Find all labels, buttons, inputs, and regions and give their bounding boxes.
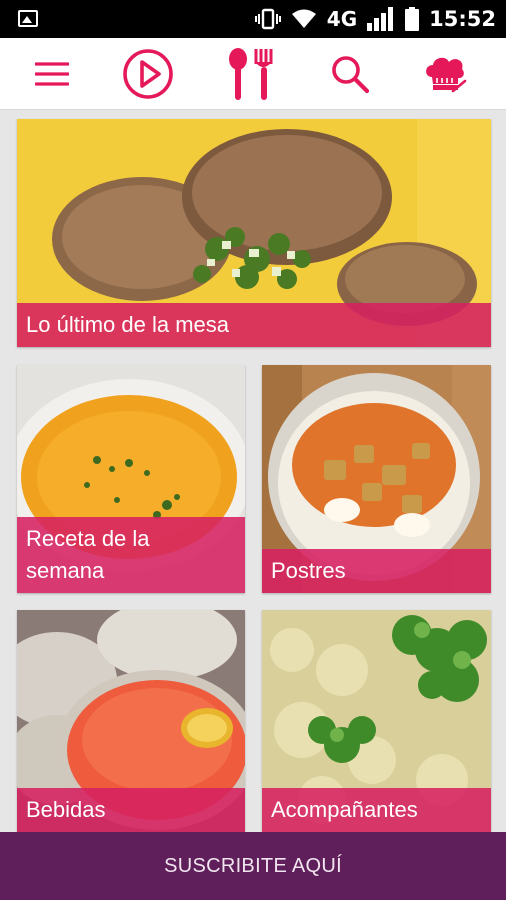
video-button[interactable] bbox=[120, 48, 176, 100]
search-icon bbox=[332, 56, 370, 94]
network-type: 4G bbox=[326, 7, 358, 31]
play-icon bbox=[123, 49, 173, 99]
menu-icon bbox=[35, 62, 69, 86]
chef-hat-icon bbox=[426, 57, 467, 93]
battery-icon bbox=[405, 7, 420, 31]
drinks-card[interactable]: Bebidas bbox=[17, 610, 245, 832]
recipe-of-week-card[interactable]: Receta de la semana bbox=[17, 365, 245, 593]
recipe-card-label: Receta de la semana bbox=[17, 517, 245, 593]
desserts-card[interactable]: Postres bbox=[262, 365, 491, 593]
status-time: 15:52 bbox=[429, 7, 496, 31]
subscribe-button[interactable]: SUSCRIBITE AQUÍ bbox=[0, 832, 506, 900]
recipes-button[interactable] bbox=[226, 48, 276, 100]
search-button[interactable] bbox=[328, 48, 372, 100]
recipe-card-label-line1: Receta de la bbox=[26, 526, 150, 551]
status-bar: 4G 15:52 bbox=[0, 0, 506, 38]
utensils-icon bbox=[229, 48, 273, 100]
gallery-icon bbox=[18, 10, 38, 27]
menu-button[interactable] bbox=[30, 48, 74, 100]
latest-card-label: Lo último de la mesa bbox=[17, 303, 491, 347]
latest-card[interactable]: Lo último de la mesa bbox=[17, 119, 491, 347]
content-grid: Lo último de la mesa Receta de la semana bbox=[0, 110, 506, 832]
sides-card-label: Acompañantes bbox=[262, 788, 491, 832]
wifi-icon bbox=[291, 9, 316, 28]
vibrate-icon bbox=[254, 8, 281, 30]
desserts-card-label: Postres bbox=[262, 549, 491, 593]
app-toolbar bbox=[0, 38, 506, 110]
drinks-card-label: Bebidas bbox=[17, 788, 245, 832]
recipe-card-label-line2: semana bbox=[26, 558, 105, 583]
chef-button[interactable] bbox=[420, 48, 470, 100]
signal-icon bbox=[367, 7, 394, 31]
sides-card[interactable]: Acompañantes bbox=[262, 610, 491, 832]
